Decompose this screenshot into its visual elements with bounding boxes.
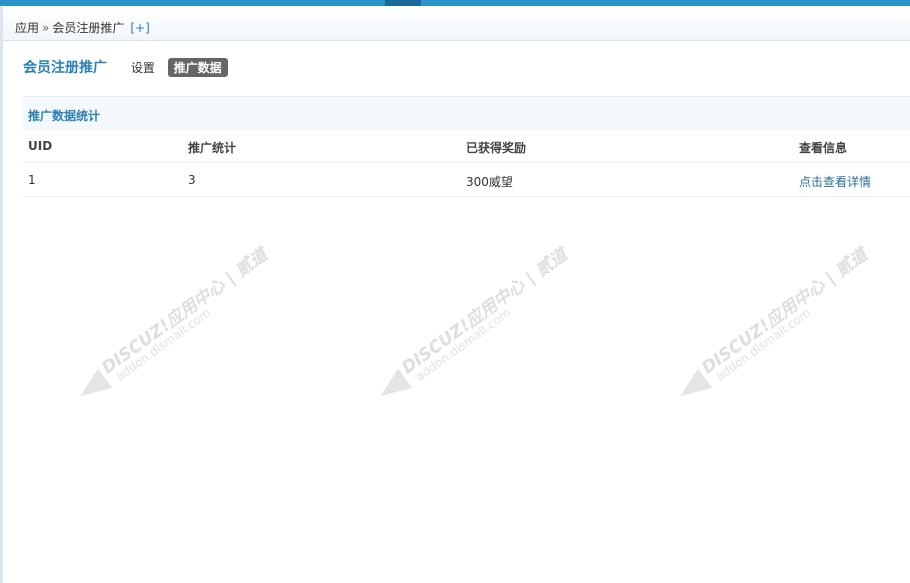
watermark-logo: DISCUZ!应用中心 | 贰道 addon.dismall.com [662, 217, 910, 435]
watermark-brand: DISCUZ!应用中心 | 贰道 [698, 245, 872, 379]
section-header: 推广数据统计 [23, 96, 910, 130]
breadcrumb-bar: 应用» 会员注册推广 [+] [3, 6, 910, 41]
cell-reward: 300威望 [466, 175, 513, 189]
breadcrumb-separator: » [42, 21, 50, 35]
view-details-link[interactable]: 点击查看详情 [799, 173, 871, 190]
watermark-url: addon.dismall.com [413, 305, 514, 384]
table-header-row: UID 推广统计 已获得奖励 查看信息 [23, 129, 910, 163]
watermark-logo: DISCUZ!应用中心 | 贰道 addon.dismall.com [62, 217, 319, 435]
watermark-brand: DISCUZ!应用中心 | 贰道 [98, 245, 272, 379]
tab-settings[interactable]: 设置 [131, 59, 155, 76]
watermark-brand: DISCUZ!应用中心 | 贰道 [398, 245, 572, 379]
table-row: 1 3 300威望 点击查看详情 [23, 163, 910, 197]
tab-promotion-data[interactable]: 推广数据 [167, 57, 228, 77]
left-frame-border [0, 6, 3, 583]
watermark-url: addon.dismall.com [713, 305, 814, 384]
watermark-arrow-icon [673, 368, 713, 406]
cell-uid: 1 [28, 173, 36, 187]
plugin-header: 会员注册推广 设置 推广数据 [23, 57, 228, 77]
column-header-reward: 已获得奖励 [466, 141, 527, 155]
column-header-count: 推广统计 [188, 141, 237, 155]
breadcrumb-current: 会员注册推广 [52, 21, 125, 35]
watermark-url: addon.dismall.com [113, 305, 214, 384]
column-header-info: 查看信息 [799, 141, 848, 155]
column-header-uid: UID [28, 139, 53, 153]
watermark-arrow-icon [373, 368, 413, 406]
stats-table: UID 推广统计 已获得奖励 查看信息 1 3 300威望 点击查看详情 [23, 129, 910, 197]
plugin-title: 会员注册推广 [23, 60, 107, 76]
breadcrumb: 应用» 会员注册推广 [+] [15, 19, 150, 36]
watermark-arrow-icon [73, 368, 113, 406]
add-to-menu-button[interactable]: [+] [130, 21, 149, 35]
section-title: 推广数据统计 [28, 109, 101, 123]
cell-count: 3 [188, 173, 196, 187]
breadcrumb-root-link[interactable]: 应用 [15, 21, 39, 35]
watermark-logo: DISCUZ!应用中心 | 贰道 addon.dismall.com [362, 217, 619, 435]
